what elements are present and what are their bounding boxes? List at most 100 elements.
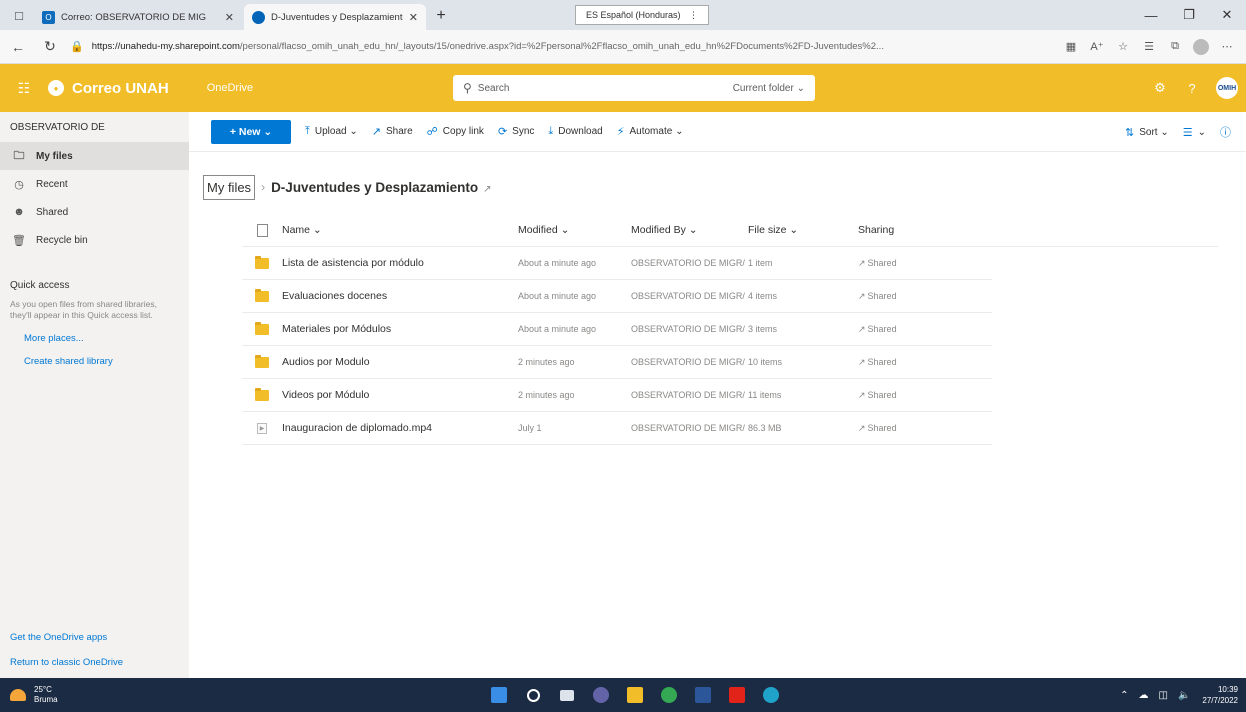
folder-icon <box>255 321 269 335</box>
more-icon[interactable]: ⋯ <box>1214 34 1240 60</box>
table-row[interactable]: Videos por Módulo 2 minutes ago OBSERVAT… <box>242 379 992 412</box>
file-name[interactable]: Materiales por Módulos <box>282 323 518 335</box>
file-name[interactable]: Audios por Modulo <box>282 356 518 368</box>
file-name[interactable]: Lista de asistencia por módulo <box>282 257 518 269</box>
file-sharing[interactable]: ↗ Shared <box>858 357 958 368</box>
create-shared-library-link[interactable]: Create shared library <box>0 356 189 367</box>
brand[interactable]: ● Correo UNAH <box>48 80 169 97</box>
close-icon[interactable]: ✕ <box>409 11 418 24</box>
nav-item-my-files[interactable]: 🗀 My files <box>0 142 189 170</box>
task-view-icon[interactable] <box>552 678 582 712</box>
file-sharing[interactable]: ↗ Shared <box>858 324 958 335</box>
breadcrumb-my-files[interactable]: My files <box>203 174 256 200</box>
read-aloud-icon[interactable]: A⁺ <box>1084 34 1110 60</box>
file-explorer-icon[interactable] <box>620 678 650 712</box>
tab-actions-icon[interactable]: □ <box>6 2 32 28</box>
column-header-modified-by[interactable]: Modified By ⌄ <box>631 224 748 236</box>
more-places-link[interactable]: More places... <box>0 333 189 344</box>
shared-icon: ↗ <box>858 290 866 301</box>
column-header-sharing[interactable]: Sharing <box>858 224 958 236</box>
table-row[interactable]: Evaluaciones docenes About a minute ago … <box>242 280 992 313</box>
chevron-up-icon[interactable]: ⌃ <box>1120 690 1128 701</box>
automate-button[interactable]: ⚡ Automate ⌄ <box>617 125 684 138</box>
minimize-icon[interactable]: — <box>1132 0 1170 30</box>
app-launcher-icon[interactable]: ☷ <box>0 64 48 112</box>
quick-access-description: As you open files from shared libraries,… <box>10 299 157 320</box>
suite-bar: ☷ ● Correo UNAH OneDrive ⚲ Search Curren… <box>0 64 1246 112</box>
settings-gear-icon[interactable]: ⚙ <box>1144 64 1176 112</box>
return-classic-link[interactable]: Return to classic OneDrive <box>10 657 123 668</box>
nav-item-recycle-bin[interactable]: 🗑 Recycle bin <box>0 226 189 254</box>
table-row[interactable]: ▶ Inauguracion de diplomado.mp4 July 1 O… <box>242 412 992 445</box>
column-header-name[interactable]: Name ⌄ <box>282 224 518 236</box>
copy-link-button[interactable]: ☍ Copy link <box>427 125 484 138</box>
file-modified-by: OBSERVATORIO DE MIGR/ <box>631 258 745 268</box>
restore-icon[interactable]: ❐ <box>1170 0 1208 30</box>
user-avatar[interactable]: OMIH <box>1216 77 1238 99</box>
new-tab-button[interactable]: + <box>430 5 452 27</box>
folder-icon: 🗀 <box>13 149 25 162</box>
collections-icon[interactable]: ⧉ <box>1162 34 1188 60</box>
back-icon[interactable]: ← <box>4 33 32 61</box>
search-icon[interactable] <box>518 678 548 712</box>
tab-title: Correo: OBSERVATORIO DE MIG <box>61 11 206 23</box>
chevron-right-icon: › <box>261 180 266 194</box>
refresh-icon[interactable]: ↻ <box>36 33 64 61</box>
favorite-star-icon[interactable]: ☆ <box>1110 34 1136 60</box>
sort-button[interactable]: ⇅ Sort ⌄ <box>1125 126 1169 139</box>
tab-onedrive[interactable]: D-Juventudes y Desplazamiento ✕ <box>244 4 426 30</box>
file-sharing[interactable]: ↗ Shared <box>858 291 958 302</box>
file-type-header[interactable] <box>242 223 282 237</box>
network-icon[interactable]: ◫ <box>1159 690 1168 701</box>
file-sharing[interactable]: ↗ Shared <box>858 258 958 269</box>
weather-icon <box>10 689 26 701</box>
file-sharing[interactable]: ↗ Shared <box>858 423 958 434</box>
share-button[interactable]: ↗ Share <box>372 125 413 138</box>
edge-icon[interactable] <box>756 678 786 712</box>
search-input[interactable]: ⚲ Search Current folder ⌄ <box>453 75 815 101</box>
file-list-header: Name ⌄ Modified ⌄ Modified By ⌄ File siz… <box>242 214 1218 247</box>
new-button[interactable]: + New ⌄ <box>211 119 291 144</box>
table-row[interactable]: Lista de asistencia por módulo About a m… <box>242 247 992 280</box>
details-pane-button[interactable]: ⓘ <box>1220 124 1236 140</box>
weather-condition: Bruma <box>34 695 58 704</box>
close-icon[interactable]: ✕ <box>225 11 234 24</box>
nav-item-shared[interactable]: ☻ Shared <box>0 198 189 226</box>
upload-button[interactable]: ⤒ Upload ⌄ <box>305 125 358 138</box>
teams-chat-icon[interactable] <box>586 678 616 712</box>
acrobat-icon[interactable] <box>722 678 752 712</box>
app-name[interactable]: OneDrive <box>207 82 253 94</box>
table-row[interactable]: Materiales por Módulos About a minute ag… <box>242 313 992 346</box>
volume-icon[interactable]: 🔈 <box>1178 690 1190 701</box>
onedrive-tray-icon[interactable]: ☁ <box>1139 690 1149 701</box>
file-name[interactable]: Videos por Módulo <box>282 389 518 401</box>
weather-widget[interactable]: 25°C Bruma <box>10 685 58 705</box>
column-header-modified[interactable]: Modified ⌄ <box>518 224 631 236</box>
sync-button[interactable]: ⟳ Sync <box>498 125 534 138</box>
close-window-icon[interactable]: ✕ <box>1208 0 1246 30</box>
search-scope-dropdown[interactable]: Current folder ⌄ <box>733 83 805 94</box>
url-field[interactable]: 🔒 https://unahedu-my.sharepoint.com /per… <box>70 35 1058 59</box>
file-name[interactable]: Evaluaciones docenes <box>282 290 518 302</box>
favorites-icon[interactable]: ☰ <box>1136 34 1162 60</box>
table-row[interactable]: Audios por Modulo 2 minutes ago OBSERVAT… <box>242 346 992 379</box>
clock[interactable]: 10:39 27/7/2022 <box>1202 684 1238 706</box>
tab-outlook[interactable]: O Correo: OBSERVATORIO DE MIG ✕ <box>34 4 242 30</box>
system-tray: ⌃ ☁ ◫ 🔈 10:39 27/7/2022 <box>1110 678 1238 712</box>
file-name[interactable]: Inauguracion de diplomado.mp4 <box>282 422 518 434</box>
chrome-icon[interactable] <box>654 678 684 712</box>
view-switcher[interactable]: ☰ ⌄ <box>1183 126 1206 139</box>
file-sharing[interactable]: ↗ Shared <box>858 390 958 401</box>
column-header-file-size[interactable]: File size ⌄ <box>748 224 858 236</box>
file-modified: About a minute ago <box>518 258 597 268</box>
app-available-icon[interactable]: ▦ <box>1058 34 1084 60</box>
profile-avatar[interactable] <box>1193 38 1209 55</box>
automate-icon: ⚡ <box>616 126 625 138</box>
nav-item-recent[interactable]: ◷ Recent <box>0 170 189 198</box>
help-icon[interactable]: ? <box>1176 64 1208 112</box>
download-button[interactable]: ⤓ Download <box>548 125 602 138</box>
windows-start-icon[interactable] <box>484 678 514 712</box>
language-indicator[interactable]: ES Español (Honduras) ⋮ <box>575 5 709 25</box>
word-icon[interactable] <box>688 678 718 712</box>
get-apps-link[interactable]: Get the OneDrive apps <box>10 632 123 643</box>
